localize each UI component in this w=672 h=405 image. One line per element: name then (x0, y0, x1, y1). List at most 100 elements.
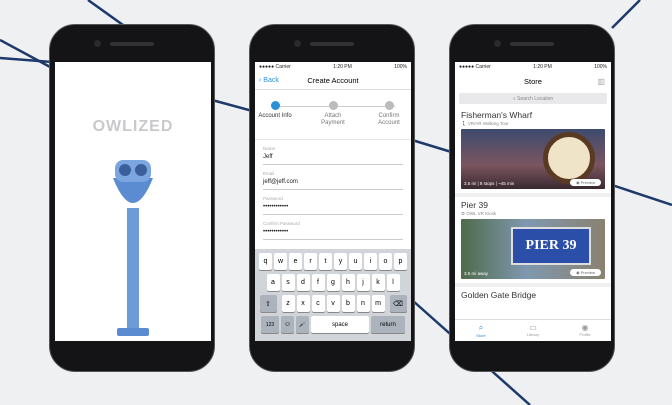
field-label: Email (263, 171, 275, 176)
preview-button[interactable]: ◉ Preview (570, 179, 601, 186)
key-a[interactable]: a (266, 274, 280, 291)
carrier: ●●●●● Carrier (459, 64, 491, 70)
mic-key[interactable]: 🎤 (296, 316, 309, 333)
library-icon: ▭ (529, 323, 537, 332)
keyboard: qwertyuiop asdfghjkl ⇧ z x c v b n m ⌫ 123 ☺ 🎤 space… (255, 249, 411, 341)
card-meta: 3.5 mi away (464, 271, 489, 276)
camera (94, 40, 101, 47)
search-input[interactable]: ⌕ Search Location (459, 93, 607, 104)
time: 1:20 PM (533, 64, 552, 70)
key-x[interactable]: x (296, 295, 310, 312)
fishermans-wharf-image: 3.5 mi | 8 stops | ~45 min ◉ Preview (461, 129, 605, 189)
tab-library[interactable]: ▭ Library (507, 320, 559, 341)
key-d[interactable]: d (296, 274, 310, 291)
key-i[interactable]: i (364, 253, 377, 270)
step-account-info: Account Info (255, 101, 296, 120)
step-dot (384, 101, 394, 110)
key-k[interactable]: k (371, 274, 385, 291)
step-label: Account Info (258, 113, 292, 119)
profile-icon: ◉ (581, 323, 589, 332)
key-p[interactable]: p (394, 253, 407, 270)
carrier: ●●●●● Carrier (259, 64, 291, 70)
card-title: Pier 39 (461, 200, 488, 210)
wharf-sign (543, 132, 595, 184)
tour-card[interactable]: Golden Gate Bridge (455, 287, 611, 304)
key-m[interactable]: m (371, 295, 385, 312)
search-icon: ⌕ (478, 323, 484, 332)
key-h[interactable]: h (341, 274, 355, 291)
status-bar: ●●●●● Carrier 1:20 PM 100% (255, 62, 411, 72)
card-meta: 3.5 mi | 8 stops | ~45 min (464, 181, 515, 186)
password-input[interactable]: •••••••••••• (263, 204, 403, 215)
key-u[interactable]: u (349, 253, 362, 270)
speaker (510, 42, 554, 46)
emoji-key[interactable]: ☺ (281, 316, 294, 333)
card-title: Golden Gate Bridge (461, 290, 537, 300)
key-t[interactable]: t (319, 253, 332, 270)
field-label: Confirm Password (263, 221, 300, 226)
speaker (310, 42, 354, 46)
key-b[interactable]: b (341, 295, 355, 312)
key-e[interactable]: e (289, 253, 302, 270)
progress-steps: Account Info Attach Payment Confirm Acco… (255, 90, 411, 140)
camera (294, 40, 301, 47)
splash-screen: OWLIZED (55, 62, 211, 341)
page-title: Store (524, 76, 542, 86)
name-field[interactable]: Name Jeff (255, 146, 411, 165)
map-icon[interactable]: ▥ (597, 77, 605, 86)
delete-key[interactable]: ⌫ (389, 295, 407, 312)
page-title: Create Account (307, 76, 359, 85)
phone-create-account: ●●●●● Carrier 1:20 PM 100% ‹ Back Create A… (249, 24, 415, 372)
password-field[interactable]: Password •••••••••••• (255, 196, 411, 215)
time: 1:20 PM (333, 64, 352, 70)
battery: 100% (394, 64, 407, 70)
email-field[interactable]: Email jeff@jeff.com (255, 171, 411, 190)
key-g[interactable]: g (326, 274, 340, 291)
key-w[interactable]: w (274, 253, 287, 270)
phone-splash: OWLIZED (49, 24, 215, 372)
key-j[interactable]: j (356, 274, 370, 291)
key-r[interactable]: r (304, 253, 317, 270)
camera (494, 40, 501, 47)
step-confirm-account: Confirm Account (368, 101, 410, 127)
key-v[interactable]: v (326, 295, 340, 312)
return-key[interactable]: return (371, 316, 405, 333)
email-input[interactable]: jeff@jeff.com (263, 179, 403, 190)
step-label: Confirm Account (378, 113, 400, 126)
preview-button[interactable]: ◉ Preview (570, 269, 601, 276)
key-o[interactable]: o (379, 253, 392, 270)
battery: 100% (594, 64, 607, 70)
step-dot (270, 101, 280, 110)
tour-card[interactable]: Fisherman's Wharf 🚶 VR/AR Walking Tour 3.… (455, 107, 611, 197)
field-label: Password (263, 196, 283, 201)
key-q[interactable]: q (259, 253, 272, 270)
key-s[interactable]: s (281, 274, 295, 291)
key-n[interactable]: n (356, 295, 370, 312)
step-label: Attach Payment (321, 113, 345, 126)
phone-store: ●●●●● Carrier 1:20 PM 100% Store ▥ ⌕ Search… (449, 24, 615, 372)
status-bar: ●●●●● Carrier 1:20 PM 100% (455, 62, 611, 72)
key-l[interactable]: l (386, 274, 400, 291)
confirm-password-field[interactable]: Confirm Password •••••••••••• (255, 221, 411, 240)
speaker (110, 42, 154, 46)
nav-bar: Store ▥ (455, 72, 611, 90)
numbers-key[interactable]: 123 (261, 316, 279, 333)
card-subtitle: 🚶 VR/AR Walking Tour (461, 121, 509, 126)
card-subtitle: ⚙ OWL VR Kiosk (461, 211, 497, 216)
key-f[interactable]: f (311, 274, 325, 291)
confirm-password-input[interactable]: •••••••••••• (263, 229, 403, 240)
tab-store[interactable]: ⌕ Store (455, 320, 507, 341)
tab-profile[interactable]: ◉ Profile (559, 320, 611, 341)
space-key[interactable]: space (311, 316, 369, 333)
key-z[interactable]: z (281, 295, 295, 312)
owlized-logo: OWLIZED (92, 118, 174, 135)
shift-key[interactable]: ⇧ (259, 295, 277, 312)
key-y[interactable]: y (334, 253, 347, 270)
pier-39-image: PIER 39 3.5 mi away ◉ Preview (461, 219, 605, 279)
name-input[interactable]: Jeff (263, 154, 403, 165)
tab-bar: ⌕ Store ▭ Library ◉ Profile (455, 319, 611, 341)
back-button[interactable]: ‹ Back (259, 77, 279, 84)
back-label: Back (263, 77, 279, 84)
key-c[interactable]: c (311, 295, 325, 312)
tour-card[interactable]: Pier 39 ⚙ OWL VR Kiosk PIER 39 3.5 mi away… (455, 197, 611, 287)
